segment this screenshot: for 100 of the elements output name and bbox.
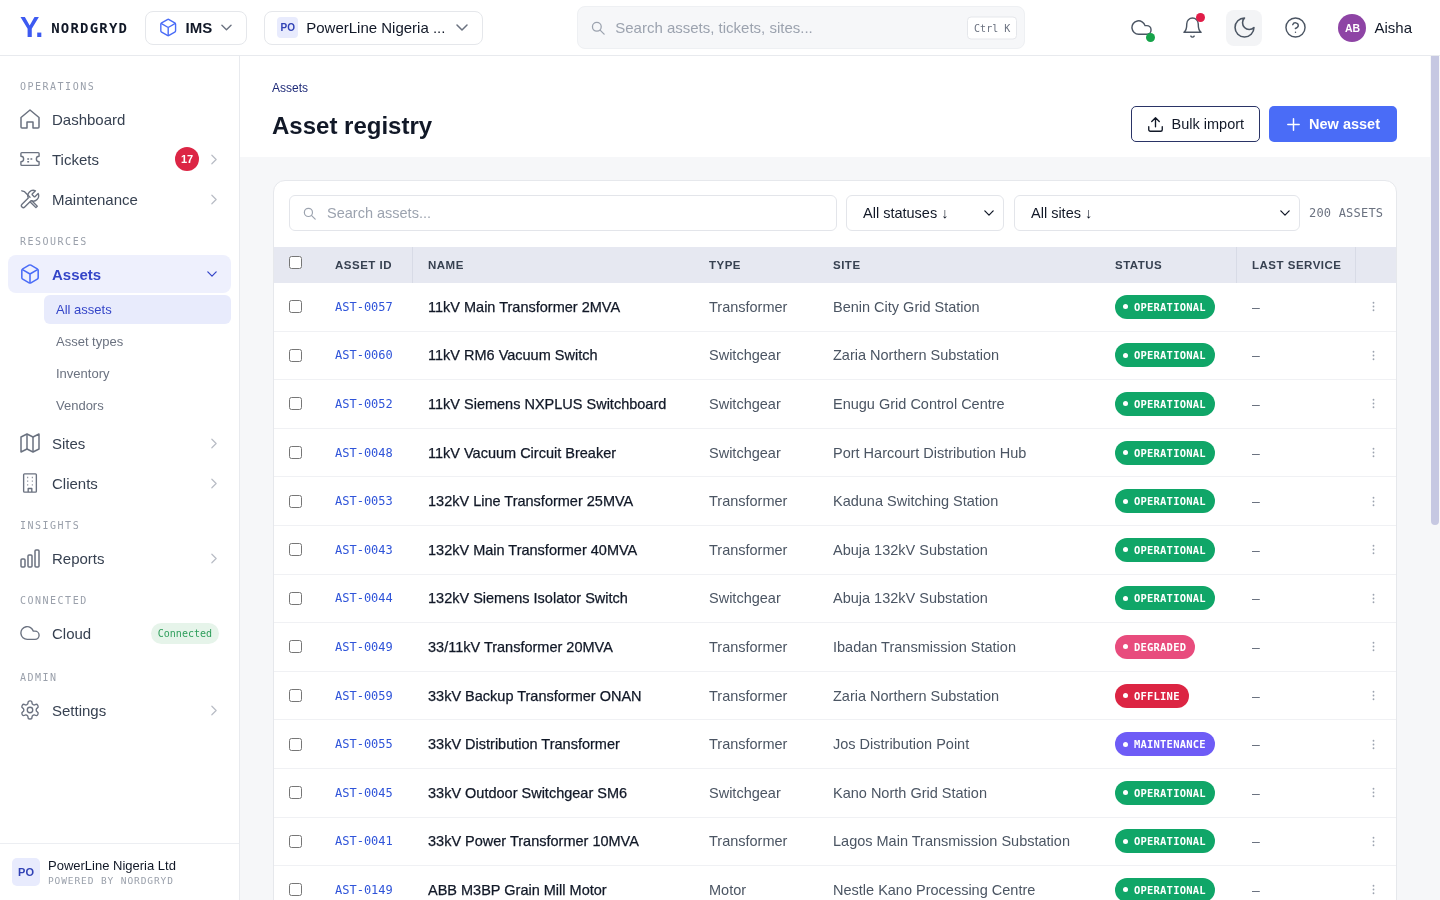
more-options-icon[interactable] [1372,495,1375,507]
theme-toggle-button[interactable] [1226,9,1263,46]
row-checkbox[interactable] [289,446,302,460]
asset-name: 11kV Vacuum Circuit Breaker [428,444,617,461]
row-checkbox[interactable] [289,397,302,411]
status-dot-icon [1123,547,1128,553]
chevron-down-icon [456,24,469,31]
select-all-checkbox[interactable] [289,256,302,269]
last-service-value: – [1252,833,1260,850]
asset-id-link[interactable]: AST-0053 [335,494,393,509]
row-checkbox[interactable] [289,689,302,703]
row-checkbox[interactable] [289,591,302,605]
asset-search-field[interactable]: Search assets... [289,195,837,231]
chevron-down-icon [221,24,233,31]
last-service-value: – [1252,396,1260,412]
status-dot-icon [1123,693,1128,699]
cloud-icon[interactable] [1131,17,1153,38]
sidebar-subitem[interactable]: All assets [44,295,231,324]
help-icon[interactable] [1285,17,1307,38]
row-checkbox[interactable] [289,300,302,314]
scrollbar-thumb[interactable] [1431,56,1439,525]
asset-id-link[interactable]: AST-0048 [335,445,393,460]
row-checkbox[interactable] [289,640,302,654]
asset-type: Transformer [709,298,788,315]
row-checkbox[interactable] [289,834,302,848]
sidebar-item[interactable]: Settings [8,691,231,729]
row-checkbox[interactable] [289,883,302,897]
ticket-icon [20,149,40,169]
asset-name: 132kV Main Transformer 40MVA [428,541,638,558]
asset-id-link[interactable]: AST-0041 [335,834,393,849]
asset-id-link[interactable]: AST-0055 [335,737,393,752]
more-options-icon[interactable] [1372,884,1375,896]
more-options-icon[interactable] [1372,447,1375,459]
asset-type: Transformer [709,687,788,704]
asset-id-link[interactable]: AST-0052 [335,397,393,411]
more-options-icon[interactable] [1372,641,1375,653]
status-label: OPERATIONAL [1134,300,1206,313]
more-options-icon[interactable] [1372,544,1375,556]
user-name[interactable]: Aisha [1374,19,1412,36]
last-service-value: – [1252,590,1260,607]
sidebar-item[interactable]: Tickets 17 [8,140,231,178]
sidebar-item[interactable]: Assets [8,255,231,293]
asset-type: Switchgear [709,444,781,461]
filter-dropdown[interactable]: All statuses ↓ [846,195,1004,231]
status-label: OPERATIONAL [1134,349,1206,362]
asset-id-link[interactable]: AST-0049 [335,639,393,654]
site-name: Port Harcourt Distribution Hub [833,444,1027,461]
more-options-icon[interactable] [1372,738,1375,750]
row-checkbox[interactable] [289,348,302,362]
cube-icon [20,264,40,284]
settings-icon [20,700,40,720]
shortcut-hint: Ctrl K [967,16,1018,39]
more-options-icon[interactable] [1372,301,1375,313]
sidebar-item[interactable]: Sites [8,424,231,462]
more-options-icon[interactable] [1372,398,1375,410]
row-checkbox[interactable] [289,786,302,800]
status-label: DEGRADED [1134,640,1187,653]
map-icon [20,433,40,453]
site-name: Abuja 132kV Substation [833,590,988,607]
sidebar-item[interactable]: Reports [8,539,231,577]
bell-icon[interactable] [1182,17,1204,38]
asset-id-link[interactable]: AST-0045 [335,785,393,800]
breadcrumb-link[interactable]: Assets [272,80,308,96]
plus-icon [1287,117,1301,131]
more-options-icon[interactable] [1372,690,1375,702]
more-options-icon[interactable] [1372,592,1375,604]
new-asset-button[interactable]: New asset [1269,106,1397,142]
sidebar-item[interactable]: Clients [8,464,231,502]
site-name: Abuja 132kV Substation [833,541,988,558]
search-icon [591,20,606,35]
org-switcher[interactable]: PO PowerLine Nigeria ... [264,10,484,45]
status-dot-icon [1123,498,1128,504]
sidebar-item[interactable]: Maintenance [8,180,231,218]
asset-name: 33/11kV Transformer 20MVA [428,638,613,655]
asset-id-link[interactable]: AST-0057 [335,299,393,314]
last-service-value: – [1252,347,1260,364]
filter-dropdown[interactable]: All sites ↓ [1014,195,1300,231]
sidebar-subitem[interactable]: Inventory [44,359,231,388]
asset-id-link[interactable]: AST-0043 [335,542,393,557]
asset-name: 11kV Siemens NXPLUS Switchboard [428,396,667,412]
sidebar-item[interactable]: Cloud Connected [8,614,231,652]
asset-id-link[interactable]: AST-0044 [335,591,393,606]
row-checkbox[interactable] [289,737,302,751]
asset-id-link[interactable]: AST-0149 [335,882,393,897]
bulk-import-button[interactable]: Bulk import [1130,106,1261,142]
sidebar-item[interactable]: Dashboard [8,100,231,138]
more-options-icon[interactable] [1372,349,1375,361]
asset-id-link[interactable]: AST-0059 [335,688,393,703]
product-switcher[interactable]: IMS [145,10,248,45]
sidebar-subitem[interactable]: Asset types [44,327,231,356]
user-avatar[interactable]: AB [1338,13,1367,42]
more-options-icon[interactable] [1372,835,1375,847]
row-checkbox[interactable] [289,494,302,508]
last-service-value: – [1252,638,1260,655]
site-name: Jos Distribution Point [833,736,970,753]
asset-id-link[interactable]: AST-0060 [335,348,393,363]
sidebar-subitem[interactable]: Vendors [44,391,231,420]
row-checkbox[interactable] [289,543,302,557]
more-options-icon[interactable] [1372,787,1375,799]
cube-icon [160,18,177,37]
